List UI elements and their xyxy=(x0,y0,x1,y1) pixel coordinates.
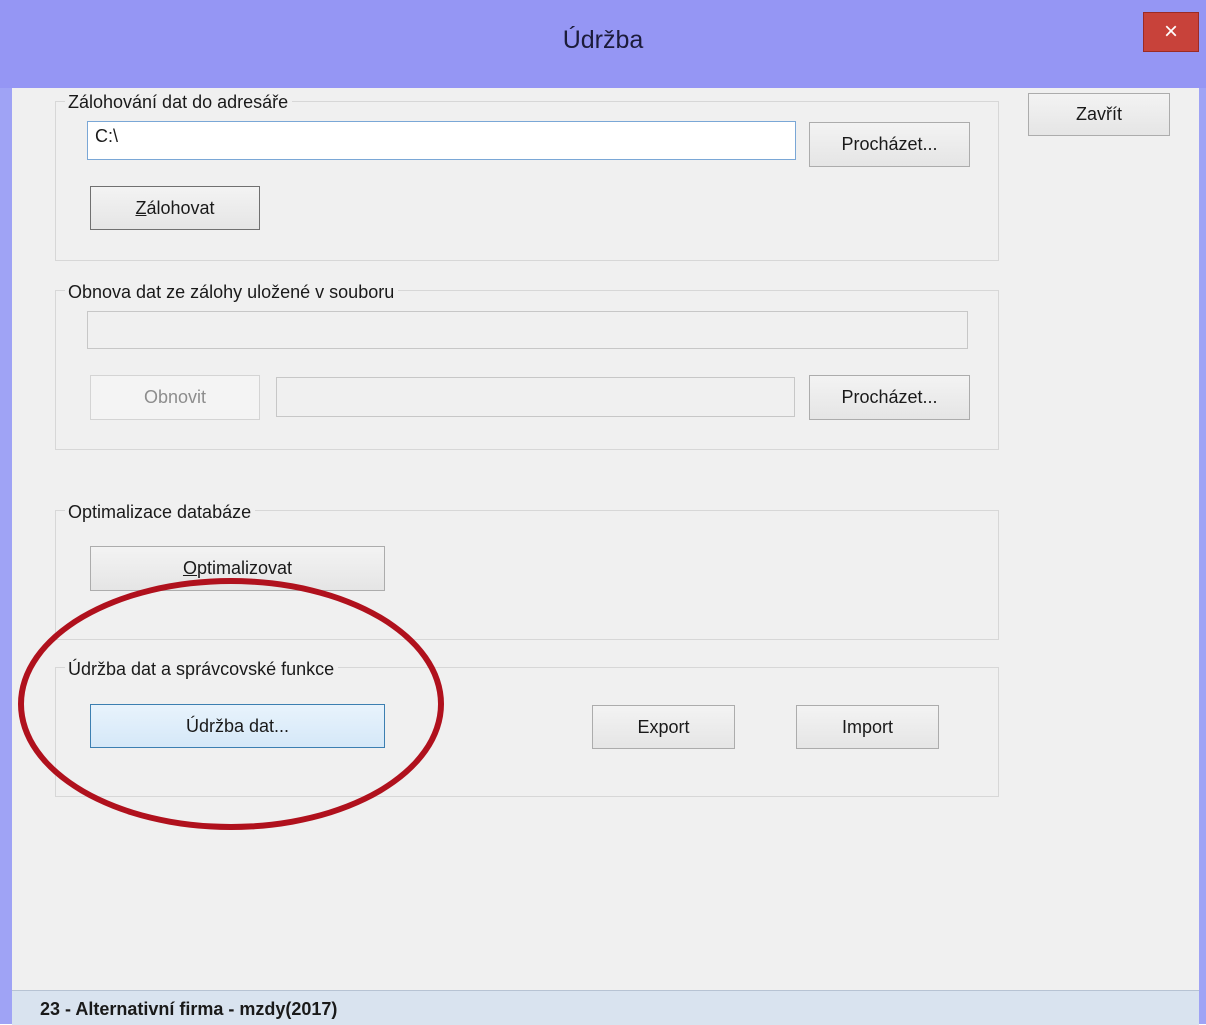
data-maintenance-label: Údržba dat... xyxy=(185,716,290,736)
close-dialog-button[interactable]: Zavřít xyxy=(1028,93,1170,136)
backup-legend: Zálohování dat do adresáře xyxy=(65,91,293,113)
close-dialog-label: Zavřít xyxy=(1075,104,1122,124)
window: Údržba × Zavřít Zálohování dat do adresá… xyxy=(0,0,1206,1025)
restore-file-field[interactable] xyxy=(276,377,795,417)
optimize-button-label: Optimalizovat xyxy=(182,558,293,578)
title-bar[interactable]: Údržba × xyxy=(0,0,1206,88)
window-title: Údržba xyxy=(562,26,644,54)
restore-browse-label: Procházet... xyxy=(841,387,938,407)
restore-browse-button[interactable]: Procházet... xyxy=(809,375,970,420)
close-icon: × xyxy=(1163,18,1178,45)
backup-path-value: C:\ xyxy=(95,126,119,146)
restore-button[interactable]: Obnovit xyxy=(90,375,260,420)
restore-path-field[interactable] xyxy=(87,311,968,349)
import-label: Import xyxy=(841,717,893,737)
dialog-body: Zavřít Zálohování dat do adresáře C:\ Pr… xyxy=(12,88,1199,990)
admin-legend: Údržba dat a správcovské funkce xyxy=(65,658,339,680)
close-window-button[interactable]: × xyxy=(1143,12,1199,52)
status-text: 23 - Alternativní firma - mzdy(2017) xyxy=(40,999,338,1019)
backup-path-input[interactable]: C:\ xyxy=(87,121,796,160)
export-button[interactable]: Export xyxy=(592,705,735,749)
backup-browse-button[interactable]: Procházet... xyxy=(809,122,970,167)
backup-browse-label: Procházet... xyxy=(841,134,938,154)
export-label: Export xyxy=(637,717,690,737)
restore-button-label: Obnovit xyxy=(143,387,207,407)
import-button[interactable]: Import xyxy=(796,705,939,749)
backup-button[interactable]: Zálohovat xyxy=(90,186,260,230)
optimize-legend: Optimalizace databáze xyxy=(65,501,256,523)
restore-legend: Obnova dat ze zálohy uložené v souboru xyxy=(65,281,399,303)
optimize-button[interactable]: Optimalizovat xyxy=(90,546,385,591)
redacted-path xyxy=(214,128,620,150)
status-bar: 23 - Alternativní firma - mzdy(2017) xyxy=(12,990,1199,1025)
data-maintenance-button[interactable]: Údržba dat... xyxy=(90,704,385,748)
backup-button-label: Zálohovat xyxy=(135,198,215,218)
